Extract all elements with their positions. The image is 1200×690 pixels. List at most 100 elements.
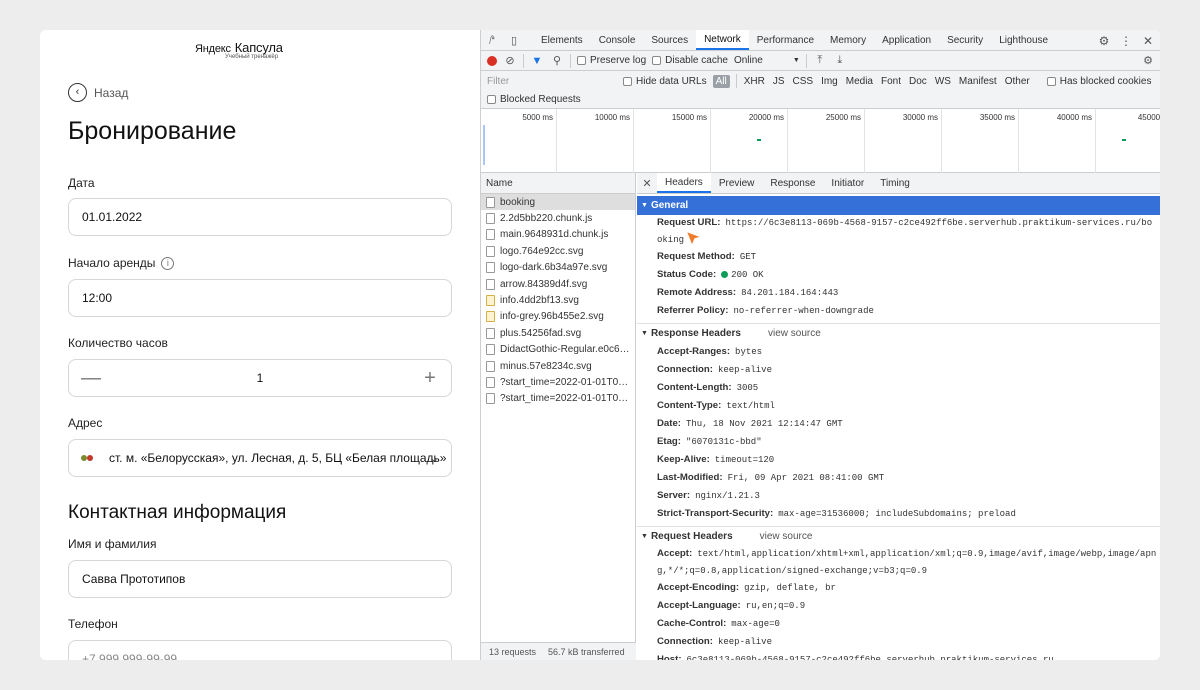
request-row[interactable]: ?start_time=2022-01-01T09:… bbox=[481, 391, 635, 407]
type-filter-css[interactable]: CSS bbox=[792, 76, 815, 87]
address-select[interactable]: ст. м. «Белорусская», ул. Лесная, д. 5, … bbox=[68, 439, 452, 477]
tab-application[interactable]: Application bbox=[874, 30, 939, 50]
type-filter-other[interactable]: Other bbox=[1004, 76, 1031, 87]
more-vertical-icon[interactable]: ⋮ bbox=[1117, 34, 1135, 48]
close-icon[interactable]: ✕ bbox=[1139, 34, 1157, 48]
info-icon[interactable]: i bbox=[161, 256, 175, 270]
type-filter-media[interactable]: Media bbox=[845, 76, 874, 87]
request-name: ?start_time=2022-01-01T09:… bbox=[500, 393, 632, 405]
tab-headers[interactable]: Headers bbox=[657, 173, 711, 193]
blocked-requests-checkbox[interactable]: Blocked Requests bbox=[487, 94, 581, 105]
preserve-log-checkbox[interactable]: Preserve log bbox=[577, 55, 646, 66]
gear-icon[interactable]: ⚙ bbox=[1095, 34, 1113, 48]
type-filter-xhr[interactable]: XHR bbox=[743, 76, 766, 87]
inspect-element-icon[interactable]: ⭚ bbox=[481, 30, 503, 50]
timeline-gridline bbox=[941, 109, 942, 173]
start-time-field[interactable]: 12:00 bbox=[68, 279, 452, 317]
request-row[interactable]: 2.2d5bb220.chunk.js bbox=[481, 210, 635, 226]
metro-dot-red bbox=[87, 455, 93, 461]
type-filter-all[interactable]: All bbox=[712, 74, 730, 88]
phone-field[interactable]: +7 999 999-99-99 bbox=[68, 640, 452, 660]
request-row[interactable]: plus.54256fad.svg bbox=[481, 325, 635, 341]
tab-performance[interactable]: Performance bbox=[749, 30, 822, 50]
tab-network[interactable]: Network bbox=[696, 30, 749, 50]
date-field[interactable]: 01.01.2022 bbox=[68, 198, 452, 236]
tab-memory[interactable]: Memory bbox=[822, 30, 874, 50]
type-filter-ws[interactable]: WS bbox=[934, 76, 952, 87]
checkbox-icon bbox=[487, 95, 496, 104]
clear-icon[interactable]: ⊘ bbox=[503, 54, 517, 67]
request-row[interactable]: info.4dd2bf13.svg bbox=[481, 292, 635, 308]
tab-lighthouse[interactable]: Lighthouse bbox=[991, 30, 1056, 50]
tabbar-spacer bbox=[525, 30, 533, 50]
toolbar-divider bbox=[523, 53, 524, 68]
request-row[interactable]: DidactGothic-Regular.e0c6f0… bbox=[481, 342, 635, 358]
request-row[interactable]: logo-dark.6b34a97e.svg bbox=[481, 260, 635, 276]
back-button[interactable]: ‹ Назад bbox=[68, 83, 128, 102]
tab-timing[interactable]: Timing bbox=[872, 173, 918, 193]
network-settings-icon[interactable]: ⚙ bbox=[1141, 54, 1155, 67]
view-source-link[interactable]: view source bbox=[768, 328, 821, 339]
request-name: logo-dark.6b34a97e.svg bbox=[500, 262, 608, 274]
header-value: ru,en;q=0.9 bbox=[745, 601, 806, 611]
request-row[interactable]: logo.764e92cc.svg bbox=[481, 243, 635, 259]
header-row: Connection: keep-alive bbox=[637, 633, 1160, 651]
request-row[interactable]: main.9648931d.chunk.js bbox=[481, 227, 635, 243]
minus-icon[interactable]: — bbox=[81, 368, 101, 388]
general-title: General bbox=[650, 200, 689, 211]
type-filter-manifest[interactable]: Manifest bbox=[958, 76, 998, 87]
type-filter-js[interactable]: JS bbox=[772, 76, 786, 87]
tab-console[interactable]: Console bbox=[591, 30, 644, 50]
chevron-down-icon: ⌄ bbox=[429, 453, 439, 465]
close-icon[interactable]: ✕ bbox=[637, 173, 657, 193]
header-row: Keep-Alive: timeout=120 bbox=[637, 451, 1160, 469]
general-section-header[interactable]: ▼ General bbox=[637, 196, 1160, 215]
plus-icon[interactable]: + bbox=[421, 368, 439, 388]
header-key: Server: bbox=[657, 490, 691, 501]
filter-icon[interactable]: ▼ bbox=[530, 55, 544, 67]
request-row[interactable]: minus.57e8234c.svg bbox=[481, 358, 635, 374]
tab-preview[interactable]: Preview bbox=[711, 173, 763, 193]
blocked-cookies-checkbox[interactable]: Has blocked cookies bbox=[1046, 76, 1151, 87]
response-headers-header[interactable]: ▼ Response Headers view source bbox=[637, 324, 1160, 343]
image-icon bbox=[486, 278, 495, 290]
record-icon[interactable] bbox=[487, 55, 497, 66]
timeline-request-mark bbox=[1122, 139, 1126, 141]
export-har-icon[interactable]: ⤓ bbox=[833, 54, 847, 67]
header-key: Accept: bbox=[657, 548, 693, 559]
tab-security[interactable]: Security bbox=[939, 30, 991, 50]
header-key: Etag: bbox=[657, 436, 681, 447]
view-source-link[interactable]: view source bbox=[760, 531, 813, 542]
import-har-icon[interactable]: ⤒ bbox=[813, 54, 827, 67]
name-header-label: Name bbox=[486, 177, 513, 189]
request-row[interactable]: info-grey.96b455e2.svg bbox=[481, 309, 635, 325]
mouse-cursor-icon bbox=[685, 230, 703, 247]
date-label-text: Дата bbox=[68, 176, 95, 190]
throttling-select[interactable]: Online ▼ bbox=[734, 55, 800, 66]
script-icon bbox=[486, 213, 495, 225]
type-filter-doc[interactable]: Doc bbox=[908, 76, 928, 87]
header-key: Referrer Policy: bbox=[657, 305, 729, 316]
filter-input[interactable]: Filter bbox=[487, 76, 617, 87]
date-label: Дата bbox=[68, 176, 95, 190]
request-row[interactable]: booking bbox=[481, 194, 635, 211]
type-filter-img[interactable]: Img bbox=[820, 76, 839, 87]
name-field[interactable]: Савва Прототипов bbox=[68, 560, 452, 598]
timeline-tick-label: 10000 ms bbox=[594, 113, 630, 122]
search-icon[interactable]: ⚲ bbox=[550, 54, 564, 67]
tab-response[interactable]: Response bbox=[762, 173, 823, 193]
request-headers-header[interactable]: ▼ Request Headers view source bbox=[637, 527, 1160, 546]
tab-sources[interactable]: Sources bbox=[643, 30, 696, 50]
type-filter-font[interactable]: Font bbox=[880, 76, 902, 87]
name-column-header[interactable]: Name bbox=[481, 173, 635, 194]
request-list: Name booking 2.2d5bb220.chunk.js main.9648… bbox=[481, 173, 636, 660]
tab-elements[interactable]: Elements bbox=[533, 30, 591, 50]
hide-data-urls-checkbox[interactable]: Hide data URLs bbox=[623, 76, 707, 87]
request-row[interactable]: ?start_time=2022-01-01T09:… bbox=[481, 374, 635, 390]
network-overview-timeline[interactable]: 5000 ms 10000 ms 15000 ms 20000 ms 25000 ms 3… bbox=[481, 109, 1160, 173]
logo[interactable]: Яндекс Капсула Учебный тренажёр bbox=[195, 40, 325, 60]
tab-initiator[interactable]: Initiator bbox=[823, 173, 872, 193]
device-toolbar-icon[interactable]: ▯ bbox=[503, 30, 525, 50]
request-row[interactable]: arrow.84389d4f.svg bbox=[481, 276, 635, 292]
disable-cache-checkbox[interactable]: Disable cache bbox=[652, 55, 728, 66]
